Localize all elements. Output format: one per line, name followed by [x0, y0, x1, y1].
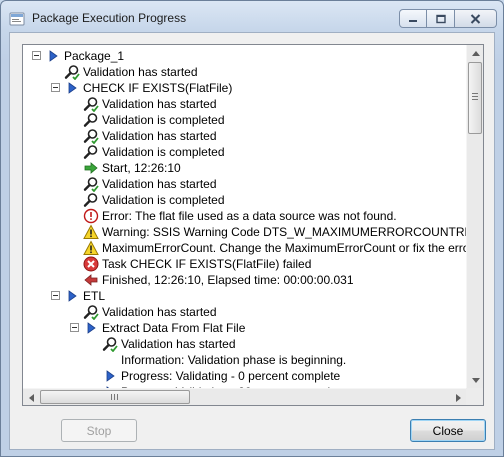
- magnifier-check-icon: [64, 64, 80, 81]
- magnifier-check-icon: [83, 128, 99, 145]
- tree-node[interactable]: Validation has started: [23, 336, 467, 353]
- collapse-icon[interactable]: [67, 320, 83, 336]
- tree-node-label: Validation has started: [83, 65, 198, 79]
- arrow-right-blue-icon: [64, 80, 80, 96]
- tree-node-label: Finished, 12:26:10, Elapsed time: 00:00:…: [102, 273, 354, 287]
- tree-node-label: Validation has started: [121, 337, 236, 351]
- tree-node-label: Information: Validation phase is beginni…: [121, 353, 347, 367]
- magnifier-check-icon: [83, 304, 99, 321]
- tree-node[interactable]: Warning: SSIS Warning Code DTS_W_MAXIMUM…: [23, 224, 467, 240]
- scroll-up-button[interactable]: [467, 45, 483, 62]
- tree-node[interactable]: Start, 12:26:10: [23, 160, 467, 176]
- tree-node[interactable]: Error: The flat file used as a data sour…: [23, 208, 467, 224]
- tree-node[interactable]: Validation is completed: [23, 144, 467, 160]
- tree-node[interactable]: Validation is completed: [23, 112, 467, 128]
- arrow-right-blue-icon: [102, 368, 118, 384]
- tree-node-label: Validation has started: [102, 129, 217, 143]
- dialog-client-area: Package_1 Validation has started CHECK IF …: [9, 32, 495, 450]
- tree-node[interactable]: CHECK IF EXISTS(FlatFile): [23, 80, 467, 96]
- tree-node[interactable]: Progress: Validating - 0 percent complet…: [23, 368, 467, 384]
- tree-node[interactable]: Validation has started: [23, 304, 467, 321]
- tree-node-label: CHECK IF EXISTS(FlatFile): [83, 81, 233, 95]
- app-icon: [9, 12, 25, 26]
- horizontal-scrollbar[interactable]: [23, 388, 467, 405]
- collapse-icon[interactable]: [29, 48, 45, 64]
- start-arrow-icon: [83, 160, 99, 176]
- window-title: Package Execution Progress: [32, 11, 187, 25]
- collapse-icon[interactable]: [48, 80, 64, 96]
- tree-node[interactable]: Extract Data From Flat File: [23, 320, 467, 336]
- tree-viewport: Package_1 Validation has started CHECK IF …: [23, 45, 467, 389]
- stop-button[interactable]: Stop: [61, 419, 137, 442]
- close-window-button[interactable]: [455, 9, 497, 28]
- close-icon: [470, 13, 481, 24]
- warning-icon: [83, 240, 99, 256]
- magnifier-check-icon: [83, 176, 99, 193]
- tree-node[interactable]: Validation is completed: [23, 192, 467, 208]
- horizontal-scroll-thumb[interactable]: [40, 390, 190, 404]
- tree-node-label: Extract Data From Flat File: [102, 321, 246, 335]
- magnifier-icon: [83, 144, 99, 160]
- tree-node-label: MaximumErrorCount. Change the MaximumErr…: [102, 241, 467, 255]
- tree-node-label: Validation has started: [102, 97, 217, 111]
- arrow-right-blue-icon: [45, 48, 61, 64]
- tree-node[interactable]: Package_1: [23, 48, 467, 64]
- magnifier-check-icon: [83, 96, 99, 113]
- collapse-icon[interactable]: [48, 288, 64, 304]
- tree-node[interactable]: Validation has started: [23, 64, 467, 81]
- tree-node-label: Validation is completed: [102, 193, 225, 207]
- close-button[interactable]: Close: [410, 419, 486, 442]
- chevron-up-icon: [471, 51, 480, 56]
- magnifier-check-icon: [102, 336, 118, 353]
- minimize-button[interactable]: [399, 9, 427, 28]
- tree-node-label: Progress: Validating - 0 percent complet…: [121, 369, 341, 383]
- tree-node-label: Task CHECK IF EXISTS(FlatFile) failed: [102, 257, 312, 271]
- title-bar[interactable]: Package Execution Progress: [1, 1, 503, 35]
- fail-icon: [83, 256, 99, 272]
- tree-node-label: Validation has started: [102, 177, 217, 191]
- tree-node-label: Package_1: [64, 49, 125, 63]
- error-icon: [83, 208, 99, 224]
- maximize-button[interactable]: [427, 9, 455, 28]
- tree-node-label: ETL: [83, 289, 106, 303]
- scroll-right-button[interactable]: [450, 389, 467, 405]
- tree-node[interactable]: Validation has started: [23, 96, 467, 113]
- arrow-right-blue-icon: [83, 320, 99, 336]
- magnifier-icon: [83, 112, 99, 128]
- tree-node[interactable]: Validation has started: [23, 176, 467, 193]
- scroll-left-button[interactable]: [23, 389, 40, 405]
- chevron-left-icon: [29, 393, 34, 402]
- tree-node-label: Warning: SSIS Warning Code DTS_W_MAXIMUM…: [102, 225, 467, 239]
- package-execution-progress-window: Package Execution Progress Package_1 Vali…: [0, 0, 504, 457]
- chevron-right-icon: [456, 393, 461, 402]
- maximize-icon: [435, 14, 446, 23]
- tree-node-label: Validation has started: [102, 305, 217, 319]
- tree-node[interactable]: ETL: [23, 288, 467, 304]
- tree-node-label: Error: The flat file used as a data sour…: [102, 209, 397, 223]
- vertical-scrollbar[interactable]: [466, 45, 483, 389]
- tree-node[interactable]: Validation has started: [23, 128, 467, 145]
- scroll-down-button[interactable]: [467, 372, 483, 389]
- warning-icon: [83, 224, 99, 240]
- arrow-right-blue-icon: [64, 288, 80, 304]
- tree-node[interactable]: Information: Validation phase is beginni…: [23, 352, 467, 368]
- tree-node-label: Start, 12:26:10: [102, 161, 181, 175]
- tree-node[interactable]: Task CHECK IF EXISTS(FlatFile) failed: [23, 256, 467, 272]
- vertical-scroll-thumb[interactable]: [468, 62, 482, 134]
- minimize-icon: [409, 19, 417, 22]
- scrollbar-corner: [466, 388, 483, 405]
- chevron-down-icon: [471, 378, 480, 383]
- tree-node[interactable]: MaximumErrorCount. Change the MaximumErr…: [23, 240, 467, 256]
- caption-buttons: [399, 9, 497, 29]
- tree-node[interactable]: Finished, 12:26:10, Elapsed time: 00:00:…: [23, 272, 467, 288]
- progress-tree[interactable]: Package_1 Validation has started CHECK IF …: [22, 44, 484, 406]
- tree-node-label: Validation is completed: [102, 145, 225, 159]
- magnifier-icon: [83, 192, 99, 208]
- tree-node-label: Validation is completed: [102, 113, 225, 127]
- finish-arrow-icon: [83, 272, 99, 288]
